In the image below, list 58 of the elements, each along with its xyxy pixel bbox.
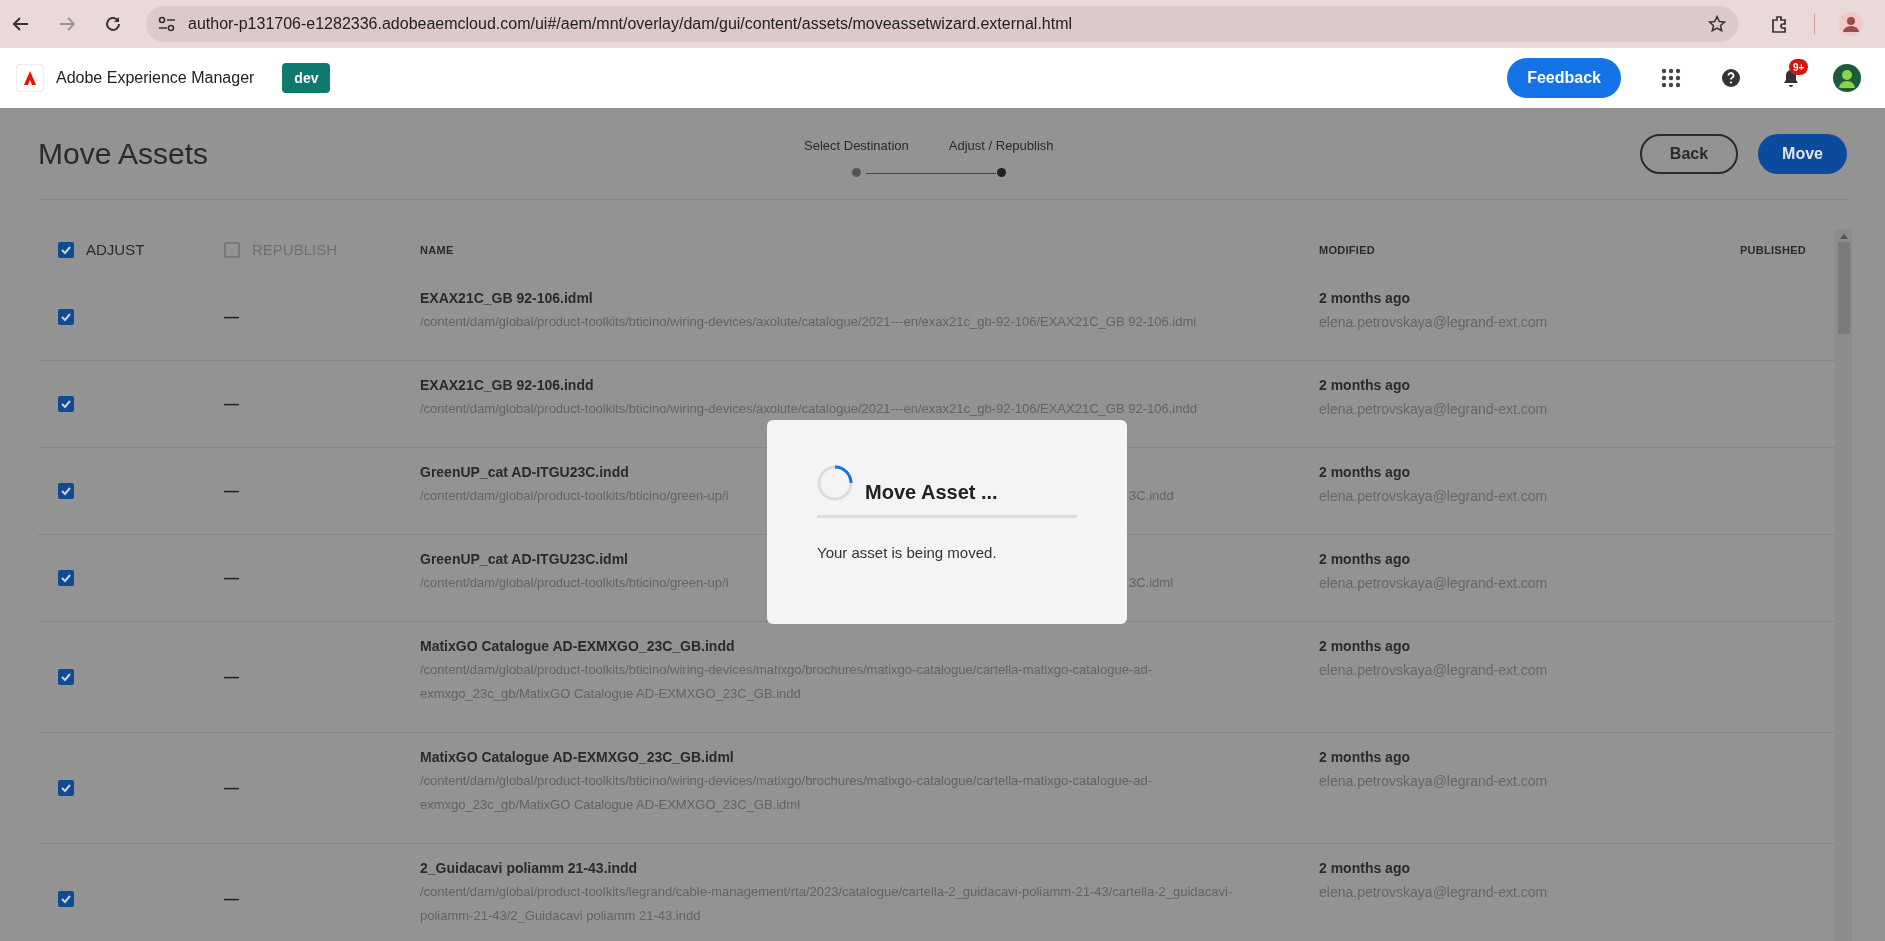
dialog-title: Move Asset ...	[865, 480, 998, 505]
profile-icon[interactable]	[1839, 12, 1863, 36]
environment-badge: dev	[282, 63, 331, 93]
move-button[interactable]: Move	[1758, 133, 1847, 174]
back-button[interactable]: Back	[1639, 133, 1739, 174]
step-label: Select Destination	[804, 137, 909, 155]
modified-date: 2 months ago	[1319, 463, 1410, 482]
scrollbar[interactable]	[1835, 230, 1852, 941]
star-icon[interactable]	[1708, 15, 1726, 33]
column-header[interactable]: PUBLISHED	[1739, 241, 1806, 259]
adobe-logo-icon[interactable]	[16, 64, 44, 92]
asset-name: MatixGO Catalogue AD-EXMXGO_23C_GB.indd	[420, 637, 735, 656]
column-header[interactable]: NAME	[420, 241, 454, 259]
checkbox[interactable]	[58, 309, 74, 325]
feedback-button[interactable]: Feedback	[1507, 58, 1621, 98]
asset-name: GreenUP_cat AD-ITGU23C.indd	[420, 463, 629, 482]
asset-name: EXAX21C_GB 92-106.idml	[420, 289, 593, 308]
product-name: Adobe Experience Manager	[56, 68, 255, 88]
modified-date: 2 months ago	[1319, 376, 1410, 395]
checkbox[interactable]	[58, 669, 74, 685]
dialog-message: Your asset is being moved.	[817, 543, 998, 563]
checkbox[interactable]	[224, 242, 240, 258]
column-header[interactable]: MODIFIED	[1319, 241, 1375, 259]
checkbox[interactable]	[58, 891, 74, 907]
table-cell-text: —	[224, 306, 239, 327]
table-cell-text: —	[224, 393, 239, 414]
reload-icon[interactable]	[104, 15, 122, 33]
table-cell-text: —	[224, 480, 239, 501]
back-icon[interactable]	[12, 15, 30, 33]
table-cell-text: —	[224, 567, 239, 588]
avatar-icon[interactable]	[1833, 64, 1861, 92]
step-label: Adjust / Republish	[948, 137, 1054, 155]
modified-date: 2 months ago	[1319, 859, 1410, 878]
modified-date: 2 months ago	[1319, 748, 1410, 767]
table-cell-text: —	[224, 666, 239, 687]
table-cell-text: —	[224, 888, 239, 909]
modified-date: 2 months ago	[1319, 637, 1410, 656]
spinner-icon	[817, 465, 853, 501]
checkbox[interactable]	[58, 780, 74, 796]
modified-date: 2 months ago	[1319, 289, 1410, 308]
checkbox[interactable]	[58, 242, 74, 258]
page-title: Move Assets	[38, 136, 209, 172]
address-bar[interactable]: author-p131706-e1282336.adobeaemcloud.com/ui#/aem/mnt/overlay/dam/gui/content/assets/moveassetwizard.external.html	[146, 6, 1738, 42]
checkbox[interactable]	[58, 570, 74, 586]
asset-name: 2_Guidacavi poliamm 21-43.indd	[420, 859, 638, 878]
column-header: ADJUST	[86, 239, 145, 260]
site-info-icon	[158, 16, 176, 32]
help-icon[interactable]	[1721, 68, 1741, 88]
notification-count: 9+	[1789, 59, 1809, 75]
modified-date: 2 months ago	[1319, 550, 1410, 569]
asset-name: EXAX21C_GB 92-106.indd	[420, 376, 594, 395]
url-text: author-p131706-e1282336.adobeaemcloud.com/ui#/aem/mnt/overlay/dam/gui/content/assets/moveassetwizard.external.html	[188, 14, 1074, 34]
apps-grid-icon[interactable]	[1661, 68, 1681, 88]
asset-name: MatixGO Catalogue AD-EXMXGO_23C_GB.idml	[420, 748, 734, 767]
table-cell-text: —	[224, 777, 239, 798]
checkbox[interactable]	[58, 396, 74, 412]
checkbox[interactable]	[58, 483, 74, 499]
asset-name: GreenUP_cat AD-ITGU23C.idml	[420, 550, 628, 569]
